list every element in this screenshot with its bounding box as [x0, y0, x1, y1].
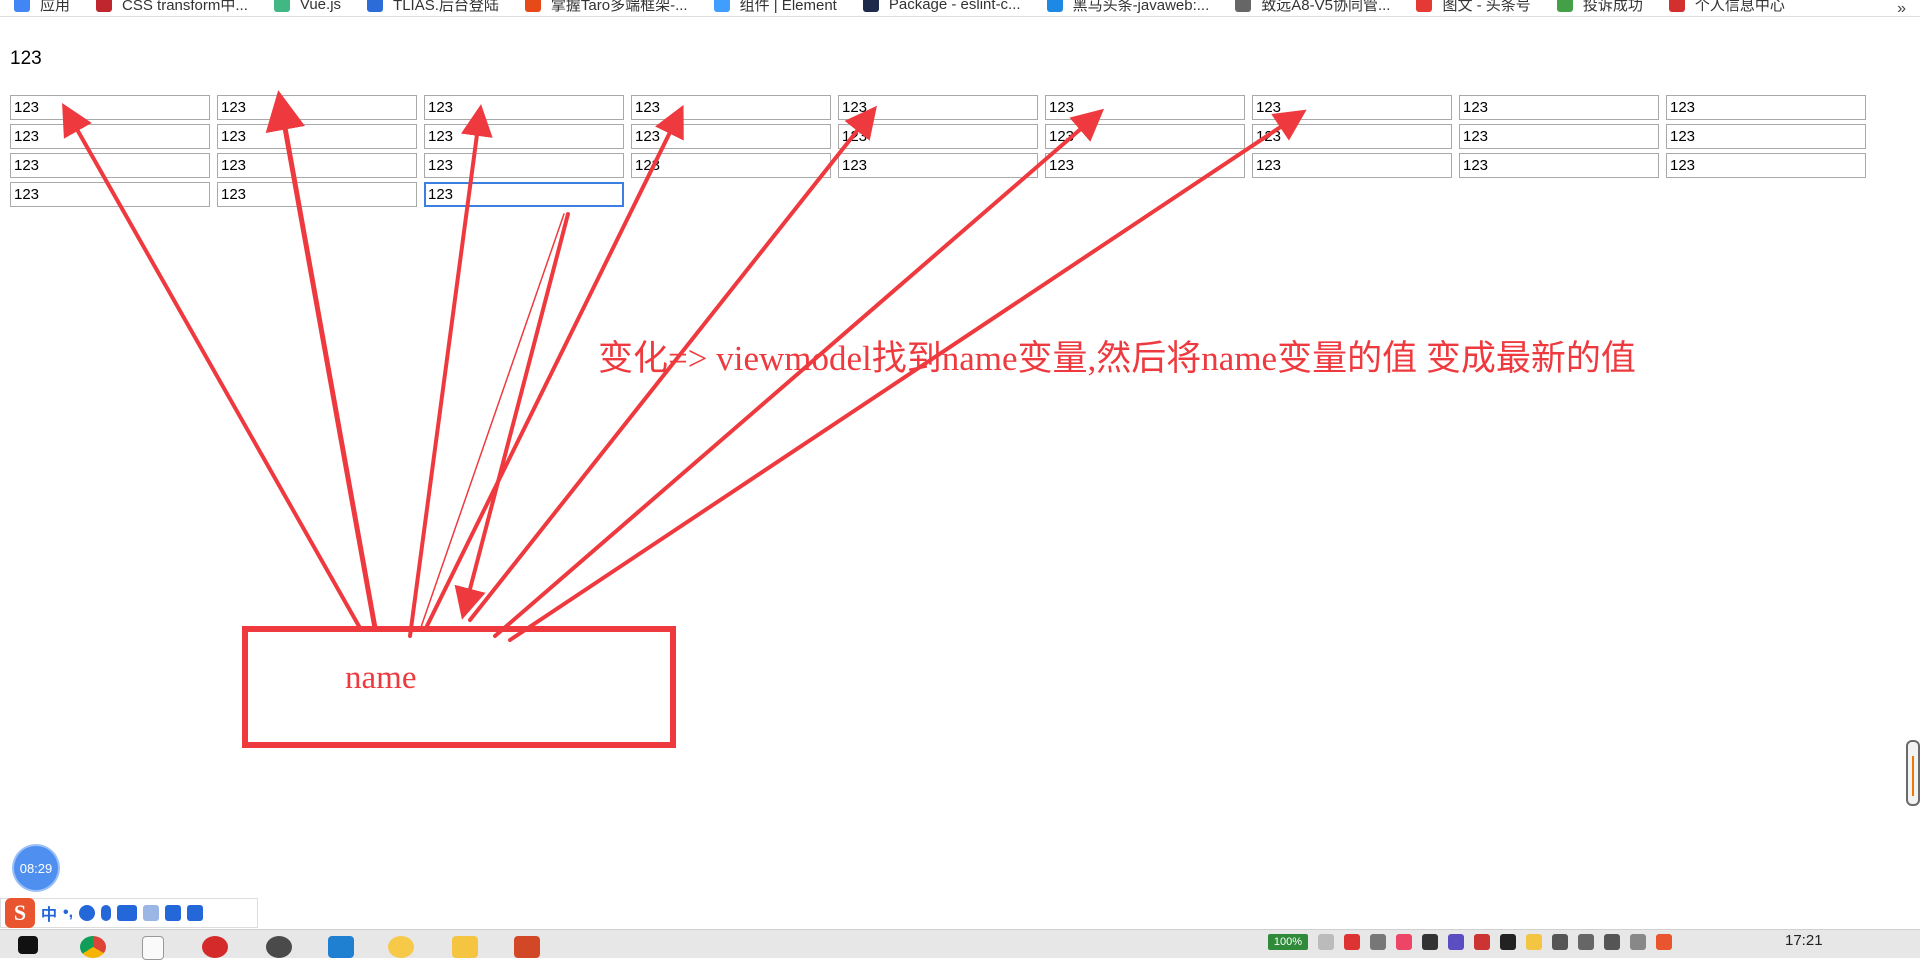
windows-taskbar: 100% 17:21	[0, 929, 1920, 960]
keyboard-icon[interactable]	[117, 905, 138, 921]
volume-icon[interactable]	[1604, 934, 1620, 950]
vscode-icon[interactable]	[328, 936, 354, 958]
powerpoint-icon[interactable]	[514, 936, 540, 958]
user-icon[interactable]	[143, 905, 160, 921]
ide-icon[interactable]	[1448, 934, 1464, 950]
arrow-line	[419, 213, 565, 631]
ime-toolbar: S 中 •,	[0, 898, 258, 928]
weather-tray-icon[interactable]	[1526, 934, 1542, 950]
qq-icon[interactable]	[1500, 934, 1516, 950]
name-variable-box	[242, 626, 676, 748]
sogou-logo-icon[interactable]: S	[5, 898, 35, 928]
taskbar-clock[interactable]: 17:21	[1785, 932, 1823, 949]
chrome-icon[interactable]	[80, 936, 106, 958]
toolbox-icon[interactable]	[187, 905, 204, 921]
annotation-text: 变化=> viewmodel找到name变量,然后将name变量的值 变成最新的…	[598, 339, 1636, 378]
arrow-line	[265, 90, 378, 631]
battery-indicator[interactable]: 100%	[1268, 934, 1308, 950]
microphone-icon[interactable]	[101, 905, 112, 921]
ime-tray-icon[interactable]	[1630, 934, 1646, 950]
chevron-up-icon[interactable]	[1318, 934, 1334, 950]
arrow-line	[62, 103, 362, 630]
name-variable-label: name	[345, 660, 417, 696]
emoji-icon[interactable]	[79, 905, 96, 921]
annotation-arrows	[62, 90, 1307, 642]
arrow-line	[454, 212, 570, 620]
file-explorer-icon[interactable]	[452, 936, 478, 958]
app-tray-icon[interactable]	[1344, 934, 1360, 950]
ime-punctuation-toggle[interactable]: •,	[63, 904, 73, 922]
feather-app-icon[interactable]	[202, 936, 228, 958]
network-icon[interactable]	[1552, 934, 1568, 950]
weather-app-icon[interactable]	[388, 936, 414, 958]
typora-icon[interactable]	[142, 936, 164, 960]
system-tray: 100%	[1268, 934, 1672, 950]
ime-mode-toggle[interactable]: 中	[41, 901, 57, 925]
cloud-icon[interactable]	[1396, 934, 1412, 950]
display-icon[interactable]	[1578, 934, 1594, 950]
gmail-icon[interactable]	[1474, 934, 1490, 950]
windows-start-icon[interactable]	[18, 936, 38, 954]
sogou-tray-icon[interactable]	[1656, 934, 1672, 950]
usb-icon[interactable]	[1422, 934, 1438, 950]
shield-icon[interactable]	[1370, 934, 1386, 950]
settings-gear-icon[interactable]	[266, 936, 292, 958]
skin-icon[interactable]	[165, 905, 182, 921]
floating-clock-widget[interactable]: 08:29	[14, 846, 58, 890]
scrollbar-indicator[interactable]	[1906, 740, 1920, 806]
